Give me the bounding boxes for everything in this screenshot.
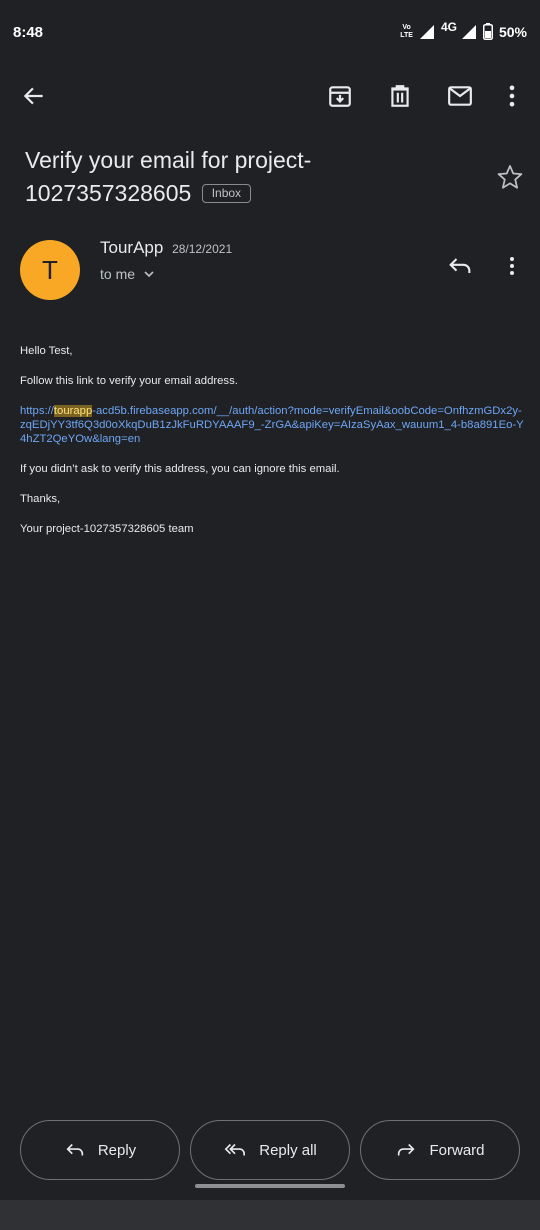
message-more-button[interactable] — [500, 252, 524, 280]
gesture-nav-handle[interactable] — [195, 1184, 345, 1188]
mark-unread-button[interactable] — [446, 82, 474, 110]
subject-text: Verify your email for project-1027357328… — [25, 147, 312, 206]
reply-label: Reply — [97, 1141, 137, 1159]
battery-level: 50% — [498, 23, 527, 40]
thanks-text: Thanks, — [20, 493, 61, 505]
delete-button[interactable] — [386, 82, 414, 110]
reply-all-button[interactable]: Reply all — [190, 1120, 350, 1180]
volte-indicator: Vo LTE — [400, 23, 413, 39]
sender-name: TourApp — [100, 238, 164, 257]
archive-button[interactable] — [326, 82, 354, 110]
signal-icon-2 — [461, 24, 476, 39]
email-subject: Verify your email for project-1027357328… — [25, 144, 475, 210]
ignore-note: If you didn’t ask to verify this address… — [20, 463, 340, 475]
reply-all-label: Reply all — [259, 1141, 317, 1159]
forward-button[interactable]: Forward — [360, 1120, 520, 1180]
arrow-back-icon — [23, 87, 43, 105]
forward-label: Forward — [429, 1141, 485, 1159]
reply-all-icon — [224, 1143, 246, 1156]
archive-icon — [329, 86, 351, 107]
reply-icon — [449, 258, 471, 273]
instruction-text: Follow this link to verify your email ad… — [20, 375, 238, 387]
network-type: 4G — [440, 19, 457, 34]
email-date: 28/12/2021 — [172, 242, 233, 256]
recipient-toggle[interactable]: to me — [100, 266, 155, 282]
more-vert-icon — [509, 85, 515, 107]
verify-link[interactable]: https://tourapp-acd5b.firebaseapp.com/__… — [20, 404, 525, 446]
greeting: Hello Test, — [20, 345, 73, 357]
forward-icon — [398, 1143, 415, 1156]
mail-icon — [448, 86, 472, 106]
recipient-text: to me — [100, 266, 136, 282]
reply-icon — [66, 1143, 83, 1156]
star-button[interactable] — [496, 163, 524, 191]
signal-icon — [419, 24, 434, 39]
navigation-bar — [0, 1200, 540, 1230]
star-icon — [497, 165, 523, 189]
sender-info: TourApp 28/12/2021 — [100, 238, 232, 258]
trash-icon — [391, 85, 409, 107]
email-body: Hello Test, Follow this link to verify y… — [20, 344, 525, 552]
reply-button[interactable]: Reply — [20, 1120, 180, 1180]
more-options-button[interactable] — [498, 82, 526, 110]
signature: Your project-1027357328605 team — [20, 523, 194, 535]
status-bar: 8:48 Vo LTE 4G 50% — [0, 0, 540, 66]
status-time: 8:48 — [13, 24, 44, 41]
back-button[interactable] — [20, 82, 48, 110]
search-highlight: tourapp — [53, 405, 93, 417]
sender-avatar[interactable]: T — [20, 240, 80, 300]
chevron-down-icon — [144, 271, 154, 278]
battery-icon — [482, 23, 493, 40]
status-indicators: Vo LTE 4G 50% — [400, 19, 527, 40]
reply-quick-button[interactable] — [446, 252, 474, 280]
inbox-label-chip[interactable]: Inbox — [201, 184, 252, 203]
email-toolbar — [0, 66, 540, 128]
more-vert-icon — [510, 257, 514, 275]
